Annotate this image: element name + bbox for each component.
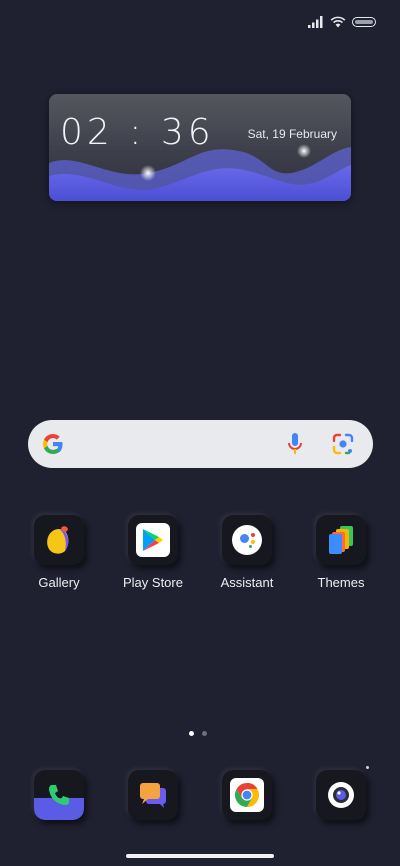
lens-icon[interactable] <box>332 433 354 455</box>
page-indicator[interactable] <box>189 731 207 736</box>
page-dot[interactable] <box>202 731 207 736</box>
app-assistant[interactable]: Assistant <box>207 515 287 590</box>
app-label: Themes <box>317 575 365 590</box>
dock-phone[interactable] <box>19 770 99 820</box>
wifi-icon <box>330 16 346 28</box>
signal-icon <box>308 16 323 28</box>
gallery-icon[interactable] <box>34 515 84 565</box>
app-label: Play Store <box>123 575 183 590</box>
notification-dot <box>366 766 369 769</box>
themes-icon[interactable] <box>316 515 366 565</box>
play-store-icon[interactable] <box>128 515 178 565</box>
home-gesture-bar[interactable] <box>126 854 274 858</box>
phone-icon[interactable] <box>34 770 84 820</box>
mic-icon[interactable] <box>286 432 304 456</box>
camera-icon[interactable] <box>316 770 366 820</box>
messages-icon[interactable] <box>128 770 178 820</box>
google-search-bar[interactable] <box>28 420 373 468</box>
chrome-icon[interactable] <box>222 770 272 820</box>
status-bar <box>308 14 376 30</box>
app-gallery[interactable]: Gallery <box>19 515 99 590</box>
dock-messages[interactable] <box>113 770 193 820</box>
clock-widget[interactable]: 02 : 36 Sat, 19 February <box>49 94 351 201</box>
assistant-icon[interactable] <box>222 515 272 565</box>
wave-graphic <box>49 144 351 201</box>
google-logo-icon[interactable] <box>40 431 66 457</box>
app-label: Assistant <box>220 575 274 590</box>
battery-icon <box>352 17 376 27</box>
app-themes[interactable]: Themes <box>301 515 381 590</box>
dock-chrome[interactable] <box>207 770 287 820</box>
clock-date: Sat, 19 February <box>247 127 337 141</box>
page-dot-active[interactable] <box>189 731 194 736</box>
app-play-store[interactable]: Play Store <box>113 515 193 590</box>
app-label: Gallery <box>38 575 80 590</box>
dock-camera[interactable] <box>301 766 381 820</box>
